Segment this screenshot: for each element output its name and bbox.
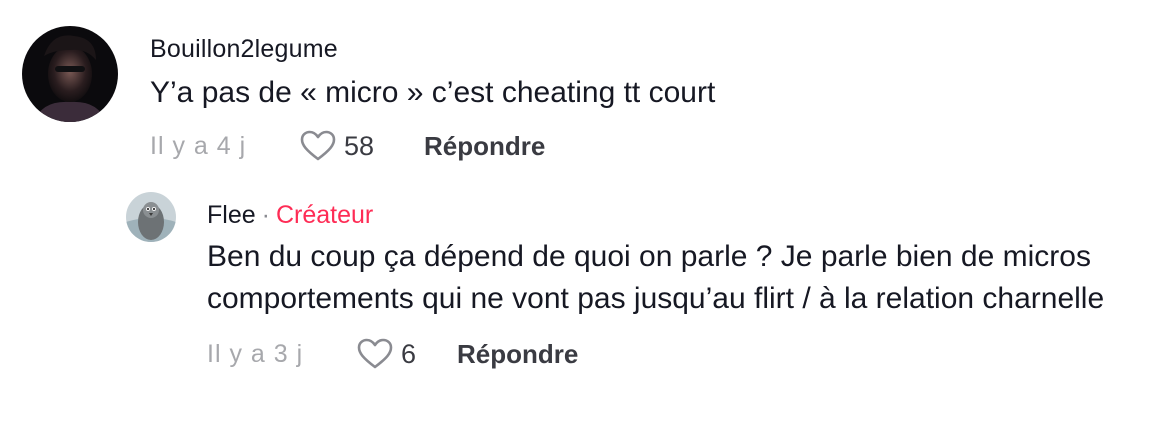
like-button[interactable]: 58 <box>300 130 414 162</box>
username[interactable]: Bouillon2legume <box>150 35 338 63</box>
reply-button[interactable]: Répondre <box>424 131 545 162</box>
like-button[interactable]: 6 <box>357 338 447 370</box>
creator-badge: Créateur <box>275 201 374 229</box>
comment-text: Y’a pas de « micro » c’est cheating tt c… <box>150 76 716 109</box>
separator: · <box>261 201 270 229</box>
comment-header: Flee · Créateur <box>207 200 1107 230</box>
avatar[interactable] <box>22 26 118 122</box>
heart-outline-icon <box>300 130 336 161</box>
like-count: 58 <box>344 130 375 161</box>
heart-outline-icon <box>357 338 393 369</box>
comment-body: Flee · Créateur Ben du coup ça dépend de q… <box>207 200 1107 370</box>
username[interactable]: Flee <box>207 201 256 229</box>
timestamp: Il y a 3 j <box>207 339 304 368</box>
avatar-image <box>126 192 176 242</box>
avatar-image <box>22 26 118 122</box>
reply-button[interactable]: Répondre <box>457 339 578 370</box>
comment-text: Ben du coup ça dépend de quoi on parle ?… <box>207 240 1105 315</box>
avatar[interactable] <box>126 192 176 242</box>
like-count: 6 <box>401 338 417 369</box>
comment-actions: Il y a 3 j 6 Répondre <box>207 338 1107 370</box>
comment-body: Bouillon2legume Y’a pas de « micro » c’e… <box>150 34 1110 162</box>
comment-header: Bouillon2legume <box>150 34 1110 64</box>
timestamp: Il y a 4 j <box>150 131 247 160</box>
comment-actions: Il y a 4 j 58 Répondre <box>150 130 1110 162</box>
